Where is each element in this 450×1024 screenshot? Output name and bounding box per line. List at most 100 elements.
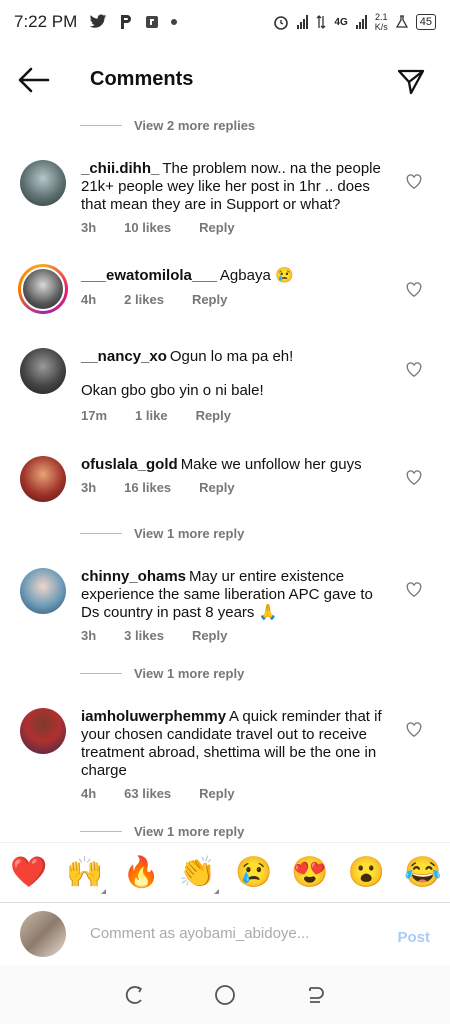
view-more-replies[interactable]: View 1 more reply: [80, 824, 244, 839]
direct-message-icon[interactable]: [396, 66, 426, 96]
reply-button[interactable]: Reply: [192, 628, 227, 643]
avatar[interactable]: [20, 348, 66, 394]
page-title: Comments: [90, 68, 194, 90]
comment-username[interactable]: ___ewatomilola___: [81, 267, 217, 284]
divider-line: [80, 533, 122, 534]
emoji-glyph: 🙌: [66, 856, 104, 889]
heart-icon[interactable]: [406, 582, 422, 597]
flask-icon: [395, 15, 408, 28]
emoji-fire[interactable]: 🔥: [123, 855, 160, 890]
emoji-glyph: 👏: [178, 856, 217, 889]
net-speed: 2.1 K/s: [375, 12, 388, 32]
recent-apps-icon[interactable]: [124, 984, 146, 1006]
reply-button[interactable]: Reply: [196, 408, 231, 423]
reply-button[interactable]: Reply: [199, 480, 234, 495]
comment-username[interactable]: ofuslala_gold: [81, 456, 178, 473]
comment-username[interactable]: iamholuwerphemmy: [81, 708, 226, 725]
view-more-replies[interactable]: View 2 more replies: [80, 118, 255, 133]
current-user-avatar: [20, 911, 66, 957]
status-bar: 7:22 PM 4G 2.1 K/s 45: [0, 0, 450, 44]
view-more-label: View 1 more reply: [134, 824, 245, 839]
comment-likes[interactable]: 63 likes: [124, 786, 171, 801]
heart-icon[interactable]: [406, 722, 422, 737]
emoji-heart-eyes[interactable]: 😍: [291, 855, 328, 890]
comment-likes[interactable]: 16 likes: [124, 480, 171, 495]
comment-time: 3h: [81, 480, 97, 495]
comment-text: Make we unfollow her guys: [180, 456, 362, 473]
comment-time: 3h: [81, 220, 97, 235]
reply-button[interactable]: Reply: [199, 786, 234, 801]
notification-icons: [89, 14, 178, 30]
divider-line: [80, 831, 122, 832]
home-icon[interactable]: [213, 983, 237, 1007]
divider-line: [80, 673, 122, 674]
comment-time: 3h: [81, 628, 97, 643]
avatar[interactable]: [20, 708, 66, 754]
net-speed-value: 2.1: [374, 12, 388, 22]
signal-icon: [297, 15, 309, 29]
emoji-quick-bar: ❤️ 🙌 🔥 👏 😢 😍 😮 😂: [0, 842, 450, 902]
app-icon: [146, 16, 159, 28]
emoji-clapping[interactable]: 👏: [178, 855, 219, 894]
comment-meta: 3h 3 likes Reply: [81, 628, 255, 643]
heart-icon[interactable]: [406, 282, 422, 297]
comment-time: 17m: [81, 408, 108, 423]
emoji-heart[interactable]: ❤️: [10, 855, 47, 890]
divider-line: [80, 125, 122, 126]
dot-icon: [171, 19, 178, 25]
comment-meta: 17m 1 like Reply: [81, 408, 259, 423]
emoji-raising-hands[interactable]: 🙌: [66, 855, 107, 894]
comment-text-line2: Okan gbo gbo yin o ni bale!: [81, 382, 264, 399]
comment-list[interactable]: View 2 more replies _chii.dihh_ The probl…: [0, 108, 450, 840]
avatar[interactable]: [20, 568, 66, 614]
comment-likes[interactable]: 3 likes: [124, 628, 164, 643]
comment-username[interactable]: _chii.dihh_: [81, 160, 159, 177]
reply-button[interactable]: Reply: [199, 220, 234, 235]
comment-likes[interactable]: 10 likes: [124, 220, 171, 235]
comment-body: chinny_ohams May ur entire existence expe…: [81, 568, 391, 622]
comment-meta: 4h 63 likes Reply: [81, 786, 263, 801]
reply-button[interactable]: Reply: [192, 292, 227, 307]
avatar[interactable]: [20, 456, 66, 502]
comment-meta: 4h 2 likes Reply: [81, 292, 255, 307]
comment-likes[interactable]: 2 likes: [124, 292, 164, 307]
heart-icon[interactable]: [406, 174, 422, 189]
battery-icon: 45: [415, 14, 436, 30]
emoji-laughing[interactable]: 😂: [404, 855, 441, 890]
comment-likes[interactable]: 1 like: [135, 408, 168, 423]
post-button[interactable]: Post: [397, 929, 430, 946]
comment-username[interactable]: __nancy_xo: [81, 348, 167, 365]
view-more-replies[interactable]: View 1 more reply: [80, 666, 244, 681]
comment-username[interactable]: chinny_ohams: [81, 568, 186, 585]
comment-body: _chii.dihh_ The problem now.. na the peop…: [81, 160, 391, 214]
emoji-surprised[interactable]: 😮: [348, 855, 385, 890]
comment-body: ___ewatomilola___ Agbaya 😢: [81, 267, 391, 285]
view-more-label: View 2 more replies: [134, 118, 256, 133]
view-more-label: View 1 more reply: [134, 526, 245, 541]
comments-header: Comments: [0, 52, 450, 108]
view-more-label: View 1 more reply: [134, 666, 245, 681]
status-time: 7:22 PM: [14, 12, 78, 31]
avatar[interactable]: [18, 264, 68, 314]
system-nav-bar: [0, 966, 450, 1024]
signal-icon-2: [355, 15, 367, 29]
comment-time: 4h: [81, 786, 97, 801]
emoji-crying[interactable]: 😢: [235, 855, 272, 890]
skin-tone-caret-icon: [101, 889, 107, 894]
data-arrows-icon: [316, 15, 326, 29]
back-arrow-icon[interactable]: [18, 66, 50, 94]
comment-input[interactable]: [90, 925, 350, 942]
comment-text: Ogun lo ma pa eh!: [169, 348, 294, 365]
heart-icon[interactable]: [406, 470, 422, 485]
skin-tone-caret-icon: [213, 889, 219, 894]
comment-body: ofuslala_gold Make we unfollow her guys: [81, 456, 391, 474]
alarm-icon: [274, 16, 289, 30]
avatar-image: [21, 267, 65, 311]
view-more-replies[interactable]: View 1 more reply: [80, 526, 244, 541]
heart-icon[interactable]: [406, 362, 422, 377]
back-nav-icon[interactable]: [304, 984, 326, 1006]
avatar[interactable]: [20, 160, 66, 206]
comment-body: iamholuwerphemmy A quick reminder that if…: [81, 708, 391, 780]
comment-meta: 3h 16 likes Reply: [81, 480, 263, 495]
comment-input-bar: Post: [0, 902, 450, 966]
